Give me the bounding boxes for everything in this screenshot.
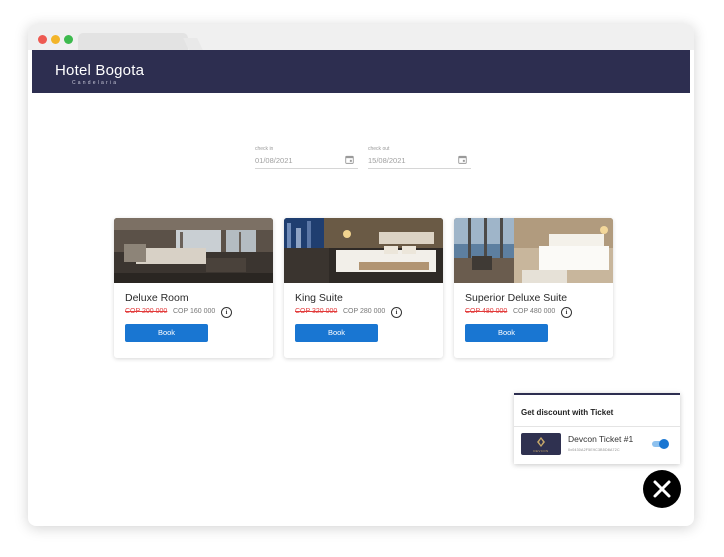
ticket-discount-panel: Get discount with Ticket DEVCON Devcon T… — [514, 393, 680, 464]
check-in-label: check in — [255, 146, 274, 152]
check-out-value[interactable]: 15/08/2021 — [368, 156, 406, 165]
ticket-thumb-text: DEVCON — [533, 449, 549, 453]
ticket-toggle[interactable] — [652, 439, 669, 449]
maximize-window-dot[interactable] — [64, 35, 73, 44]
room-old-price: COP 320 000 — [295, 308, 338, 315]
calendar-icon[interactable] — [458, 155, 467, 164]
browser-tab[interactable] — [78, 33, 188, 50]
devcon-logo-icon — [537, 437, 545, 447]
room-price: COP 160 000 — [173, 308, 216, 315]
book-button[interactable]: Book — [295, 324, 378, 342]
brand-subtitle: Candelaria — [72, 80, 119, 86]
room-card: Superior Deluxe Suite COP 480 000 COP 48… — [454, 218, 613, 358]
brand-logo[interactable]: Hotel Bogota — [55, 62, 144, 79]
book-button[interactable]: Book — [125, 324, 208, 342]
room-title: Superior Deluxe Suite — [465, 292, 568, 304]
check-out-field[interactable]: check out 15/08/2021 — [368, 144, 471, 169]
room-old-price: COP 200 000 — [125, 308, 168, 315]
ticket-name: Devcon Ticket #1 — [568, 434, 634, 444]
info-icon[interactable]: i — [561, 307, 572, 318]
room-card: King Suite COP 320 000 COP 280 000 i Boo… — [284, 218, 443, 358]
info-icon[interactable]: i — [391, 307, 402, 318]
ticket-panel-title: Get discount with Ticket — [521, 408, 614, 417]
divider — [514, 426, 680, 427]
close-window-dot[interactable] — [38, 35, 47, 44]
browser-window: Hotel Bogota Candelaria check in 01/08/2… — [28, 24, 694, 526]
room-title: King Suite — [295, 292, 343, 304]
check-in-value[interactable]: 01/08/2021 — [255, 156, 293, 165]
info-icon[interactable]: i — [221, 307, 232, 318]
site-header: Hotel Bogota Candelaria — [32, 50, 690, 93]
room-photo — [284, 218, 443, 283]
minimize-window-dot[interactable] — [51, 35, 60, 44]
ticket-id: 0x0430A2F5E9C3B5D8A72C — [568, 448, 620, 452]
room-title: Deluxe Room — [125, 292, 189, 304]
close-icon — [653, 480, 671, 498]
toggle-knob — [659, 439, 669, 449]
room-card: Deluxe Room COP 200 000 COP 160 000 i Bo… — [114, 218, 273, 358]
room-price: COP 480 000 — [513, 308, 556, 315]
calendar-icon[interactable] — [345, 155, 354, 164]
room-photo — [454, 218, 613, 283]
ticket-thumbnail: DEVCON — [521, 433, 561, 455]
check-out-label: check out — [368, 146, 390, 152]
browser-chrome — [28, 24, 694, 50]
room-photo — [114, 218, 273, 283]
close-button[interactable] — [643, 470, 681, 508]
room-price: COP 280 000 — [343, 308, 386, 315]
check-in-field[interactable]: check in 01/08/2021 — [255, 144, 358, 169]
book-button[interactable]: Book — [465, 324, 548, 342]
room-old-price: COP 480 000 — [465, 308, 508, 315]
